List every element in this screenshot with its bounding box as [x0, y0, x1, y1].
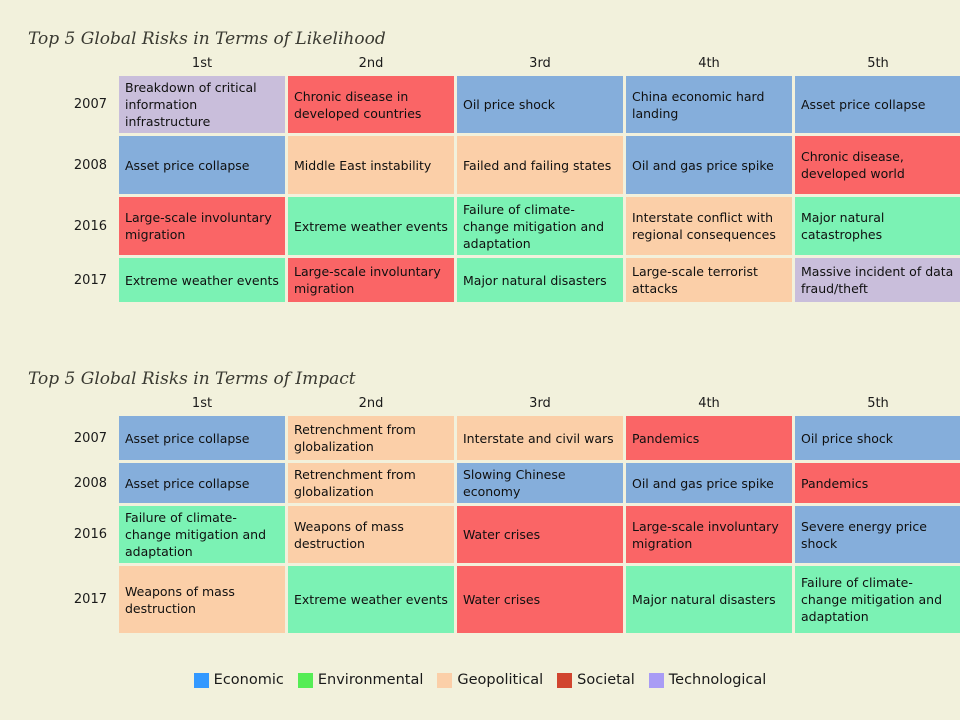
table-corner-cell — [63, 393, 116, 413]
rank-header-1st: 1st — [119, 53, 285, 73]
impact-table-body: 2007 Asset price collapse Retrenchment fro… — [63, 416, 960, 633]
risk-cell[interactable]: Pandemics — [626, 416, 792, 460]
table-corner-cell — [63, 53, 116, 73]
legend-swatch-icon — [193, 672, 209, 688]
risk-cell[interactable]: Middle East instability — [288, 136, 454, 194]
risk-cell[interactable]: Oil price shock — [457, 76, 623, 133]
likelihood-title: Top 5 Global Risks in Terms of Likelihoo… — [28, 29, 386, 49]
table-row: 2017 Weapons of mass destruction Extreme w… — [63, 566, 960, 633]
risk-cell[interactable]: Interstate and civil wars — [457, 416, 623, 460]
legend-item-geopolitical[interactable]: Geopolitical — [437, 672, 543, 688]
table-header-row: 1st 2nd 3rd 4th 5th — [63, 393, 960, 413]
category-legend: Economic Environmental Geopolitical Societa… — [0, 672, 960, 688]
likelihood-table-body: 2007 Breakdown of critical information in… — [63, 76, 960, 302]
rank-header-4th: 4th — [626, 393, 792, 413]
risk-cell[interactable]: Failure of climate-change mitigation and… — [119, 506, 285, 563]
year-label-2016: 2016 — [63, 197, 116, 255]
risk-cell[interactable]: Asset price collapse — [119, 416, 285, 460]
table-row: 2008 Asset price collapse Retrenchment fro… — [63, 463, 960, 503]
impact-table-header: 1st 2nd 3rd 4th 5th — [63, 393, 960, 413]
rank-header-2nd: 2nd — [288, 53, 454, 73]
likelihood-section: Top 5 Global Risks in Terms of Likelihoo… — [0, 28, 960, 305]
rank-header-2nd: 2nd — [288, 393, 454, 413]
table-header-row: 1st 2nd 3rd 4th 5th — [63, 53, 960, 73]
year-label-2008: 2008 — [63, 463, 116, 503]
table-row: 2016 Large-scale involuntary migration Ext… — [63, 197, 960, 255]
risk-cell[interactable]: Major natural disasters — [626, 566, 792, 633]
rank-header-3rd: 3rd — [457, 393, 623, 413]
risk-cell[interactable]: Severe energy price shock — [795, 506, 960, 563]
risk-cell[interactable]: Retrenchment from globalization — [288, 416, 454, 460]
risk-cell[interactable]: China economic hard landing — [626, 76, 792, 133]
legend-label: Economic — [213, 672, 284, 688]
risk-cell[interactable]: Large-scale involuntary migration — [288, 258, 454, 302]
impact-title: Top 5 Global Risks in Terms of Impact — [28, 369, 356, 389]
year-label-2017: 2017 — [63, 258, 116, 302]
legend-swatch-icon — [648, 672, 664, 688]
risk-cell[interactable]: Asset price collapse — [119, 136, 285, 194]
legend-item-environmental[interactable]: Environmental — [297, 672, 424, 688]
risk-cell[interactable]: Major natural disasters — [457, 258, 623, 302]
risk-cell[interactable]: Failed and failing states — [457, 136, 623, 194]
legend-label: Technological — [668, 672, 767, 688]
risk-cell[interactable]: Failure of climate-change mitigation and… — [795, 566, 960, 633]
table-row: 2017 Extreme weather events Large-scale in… — [63, 258, 960, 302]
risk-cell[interactable]: Oil and gas price spike — [626, 136, 792, 194]
risk-cell[interactable]: Extreme weather events — [119, 258, 285, 302]
table-row: 2007 Asset price collapse Retrenchment fro… — [63, 416, 960, 460]
risk-cell[interactable]: Extreme weather events — [288, 566, 454, 633]
risk-cell[interactable]: Water crises — [457, 506, 623, 563]
legend-item-societal[interactable]: Societal — [557, 672, 635, 688]
impact-section: Top 5 Global Risks in Terms of Impact 1s… — [0, 368, 960, 636]
risk-cell[interactable]: Massive incident of data fraud/theft — [795, 258, 960, 302]
risk-cell[interactable]: Slowing Chinese economy — [457, 463, 623, 503]
year-label-2016: 2016 — [63, 506, 116, 563]
rank-header-5th: 5th — [795, 53, 960, 73]
risk-cell[interactable]: Oil price shock — [795, 416, 960, 460]
legend-swatch-icon — [297, 672, 313, 688]
risk-infographic: Top 5 Global Risks in Terms of Likelihoo… — [0, 0, 960, 720]
risk-cell[interactable]: Major natural catastrophes — [795, 197, 960, 255]
risk-cell[interactable]: Extreme weather events — [288, 197, 454, 255]
risk-cell[interactable]: Retrenchment from globalization — [288, 463, 454, 503]
legend-label: Environmental — [317, 672, 424, 688]
risk-cell[interactable]: Asset price collapse — [119, 463, 285, 503]
likelihood-table: 1st 2nd 3rd 4th 5th 2007 Breakdown of critica… — [60, 50, 960, 305]
rank-header-5th: 5th — [795, 393, 960, 413]
impact-table: 1st 2nd 3rd 4th 5th 2007 Asset price collapse… — [60, 390, 960, 636]
legend-swatch-icon — [557, 672, 573, 688]
rank-header-1st: 1st — [119, 393, 285, 413]
rank-header-4th: 4th — [626, 53, 792, 73]
risk-cell[interactable]: Interstate conflict with regional conseq… — [626, 197, 792, 255]
risk-cell[interactable]: Weapons of mass destruction — [119, 566, 285, 633]
risk-cell[interactable]: Chronic disease, developed world — [795, 136, 960, 194]
legend-label: Geopolitical — [457, 672, 544, 688]
risk-cell[interactable]: Pandemics — [795, 463, 960, 503]
risk-cell[interactable]: Asset price collapse — [795, 76, 960, 133]
risk-cell[interactable]: Large-scale terrorist attacks — [626, 258, 792, 302]
legend-item-technological[interactable]: Technological — [648, 672, 767, 688]
year-label-2017: 2017 — [63, 566, 116, 633]
table-row: 2008 Asset price collapse Middle East inst… — [63, 136, 960, 194]
risk-cell[interactable]: Large-scale involuntary migration — [119, 197, 285, 255]
risk-cell[interactable]: Weapons of mass destruction — [288, 506, 454, 563]
risk-cell[interactable]: Large-scale involuntary migration — [626, 506, 792, 563]
table-row: 2007 Breakdown of critical information in… — [63, 76, 960, 133]
year-label-2007: 2007 — [63, 76, 116, 133]
table-row: 2016 Failure of climate-change mitigation… — [63, 506, 960, 563]
rank-header-3rd: 3rd — [457, 53, 623, 73]
risk-cell[interactable]: Breakdown of critical information infras… — [119, 76, 285, 133]
risk-cell[interactable]: Oil and gas price spike — [626, 463, 792, 503]
risk-cell[interactable]: Chronic disease in developed countries — [288, 76, 454, 133]
risk-cell[interactable]: Failure of climate-change mitigation and… — [457, 197, 623, 255]
legend-swatch-icon — [437, 672, 453, 688]
risk-cell[interactable]: Water crises — [457, 566, 623, 633]
legend-item-economic[interactable]: Economic — [193, 672, 284, 688]
year-label-2008: 2008 — [63, 136, 116, 194]
year-label-2007: 2007 — [63, 416, 116, 460]
legend-label: Societal — [577, 672, 635, 688]
likelihood-table-header: 1st 2nd 3rd 4th 5th — [63, 53, 960, 73]
